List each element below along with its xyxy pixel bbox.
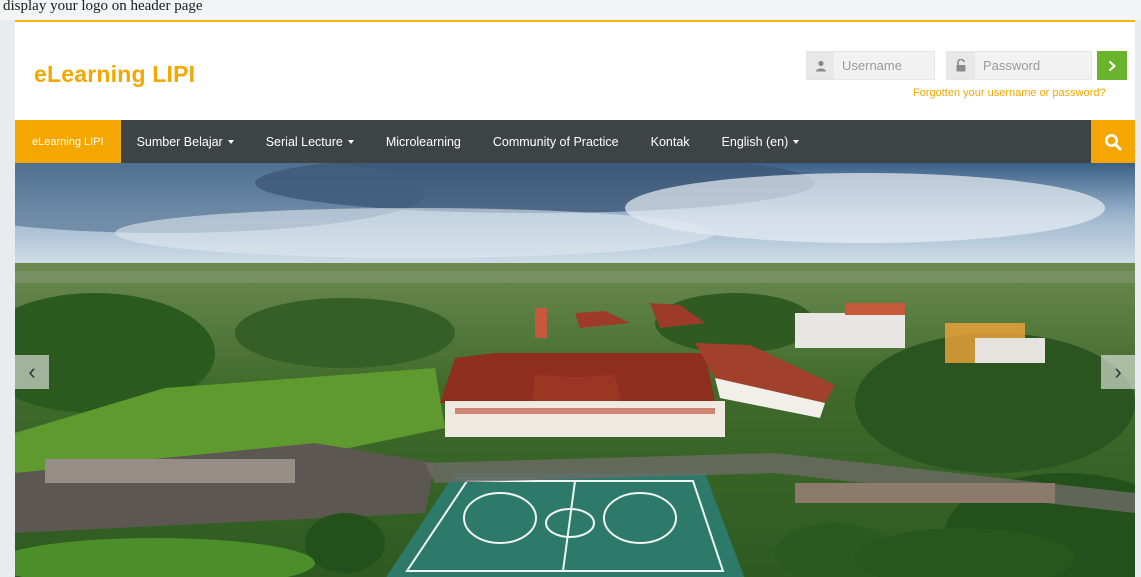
nav-item-community-of-practice[interactable]: Community of Practice	[477, 120, 635, 163]
caret-down-icon	[793, 139, 800, 144]
username-field	[806, 51, 935, 80]
nav-item-label: English (en)	[721, 134, 789, 149]
page-container: eLearning LIPI Username Forgotten your u…	[15, 20, 1135, 577]
login-form: Forgotten your username or password?	[806, 51, 1135, 113]
caret-down-icon	[347, 139, 354, 144]
nav-item-kontak[interactable]: Kontak	[635, 120, 706, 163]
unlock-icon	[947, 52, 975, 79]
password-input[interactable]	[975, 52, 1075, 79]
user-icon	[807, 52, 834, 79]
nav-item-label: Serial Lecture	[265, 134, 343, 149]
hero-slider: ‹ ›	[15, 163, 1135, 577]
nav-item-serial-lecture[interactable]: Serial Lecture	[250, 120, 370, 163]
nav-item-microlearning[interactable]: Microlearning	[370, 120, 477, 163]
site-logo-title[interactable]: eLearning LIPI	[34, 61, 195, 88]
caret-down-icon	[227, 139, 234, 144]
password-field	[946, 51, 1092, 80]
forgot-password-link[interactable]: Forgotten your username or password?	[913, 87, 1106, 99]
page-caption: display your logo on header page	[0, 0, 1141, 20]
nav-search-button[interactable]	[1091, 120, 1135, 163]
nav-item-label: Sumber Belajar	[136, 134, 223, 149]
nav-item-label: eLearning LIPI	[32, 135, 104, 148]
nav-item-language[interactable]: English (en)	[706, 120, 816, 163]
main-navbar: eLearning LIPI Sumber Belajar Serial Lec…	[15, 120, 1135, 163]
nav-item-elearning-lipi[interactable]: eLearning LIPI	[15, 120, 121, 163]
nav-item-label: Kontak	[650, 134, 690, 149]
campus-aerial-image	[15, 163, 1135, 577]
slider-prev-button[interactable]: ‹	[15, 355, 49, 389]
slider-next-button[interactable]: ›	[1101, 355, 1135, 389]
site-header: eLearning LIPI Username Forgotten your u…	[15, 22, 1135, 120]
login-submit-button[interactable]	[1097, 51, 1127, 80]
nav-item-sumber-belajar[interactable]: Sumber Belajar	[121, 120, 250, 163]
search-icon	[1105, 133, 1122, 150]
username-input[interactable]	[834, 52, 934, 79]
nav-item-label: Community of Practice	[492, 134, 619, 149]
nav-item-label: Microlearning	[385, 134, 461, 149]
chevron-right-icon	[1108, 60, 1116, 71]
